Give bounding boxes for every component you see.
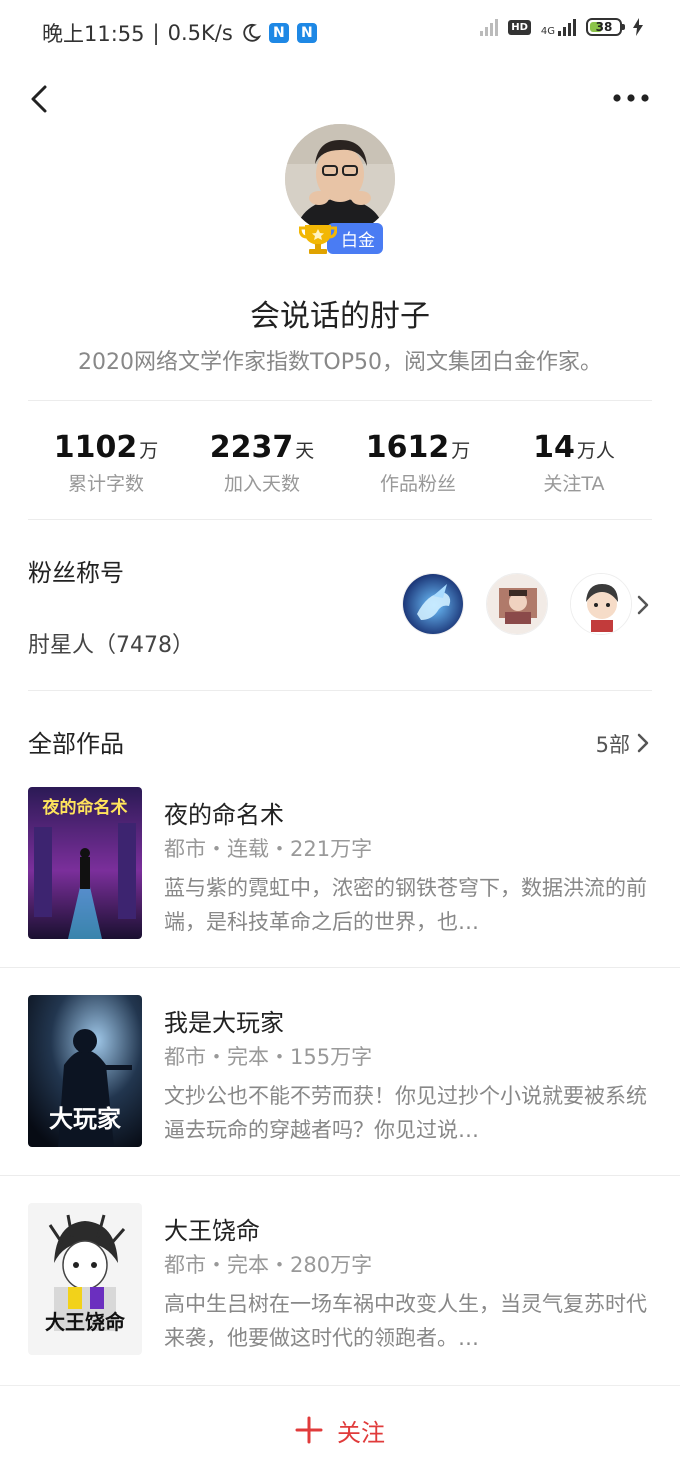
status-time: 晚上11:55 [42,22,145,46]
stat-unit: 万 [139,440,159,462]
book-cover-image: 夜的命名术 [28,787,142,939]
book-item[interactable]: 大王饶命 大王饶命 都市・完本・280万字 高中生吕树在一场车祸中改变人生，当灵… [28,1203,652,1355]
book-cover-image: 大王饶命 [28,1203,142,1355]
author-name: 会说话的肘子 [250,299,430,334]
book-cover[interactable]: 大玩家 [28,995,142,1147]
follow-button[interactable]: 关注 [0,1385,680,1474]
book-title: 我是大玩家 [164,1009,284,1037]
fans-title: 粉丝称号 [28,559,124,587]
book-meta: 都市・连载・221万字 [164,837,373,861]
hd-badge: HD [508,19,531,35]
book-cover-title: 大玩家 [49,1105,121,1133]
app-n-icon: N [268,23,289,43]
fans-nickname: 肘星人（7478） [28,633,194,658]
chevron-right-icon[interactable] [636,732,650,754]
book-cover[interactable]: 大王饶命 [28,1203,142,1355]
divider [28,400,652,401]
stat-label: 作品粉丝 [379,473,456,495]
fan-avatar-image [571,574,631,634]
fan-avatar[interactable] [486,573,548,635]
battery-icon: 38 [586,18,625,36]
divider [28,519,652,520]
app-n-icon: N [296,23,317,43]
book-title: 夜的命名术 [164,801,284,829]
stat-value: 1612 [365,430,450,465]
stat-followers: 14 万人 关注TA [496,430,652,496]
plus-icon [295,1416,323,1444]
book-meta: 都市・完本・280万字 [164,1253,373,1277]
stat-work-fans: 1612 万 作品粉丝 [340,430,496,496]
works-count[interactable]: 5部 [596,729,630,759]
book-item[interactable]: 夜的命名术 夜的命名术 都市・连载・221万字 蓝与紫的霓虹中，浓密的钢铁苍穹下… [28,787,652,939]
author-avatar[interactable] [285,124,395,234]
stat-value: 2237 [209,430,294,465]
stat-unit: 万 [451,440,471,462]
book-cover-title: 大王饶命 [45,1310,126,1334]
status-left: 晚上11:55 | 0.5K/s N N [42,18,317,48]
more-horizontal-icon[interactable] [612,92,650,104]
fan-avatar-image [487,574,547,634]
stat-value: 14 [533,430,575,465]
book-description: 文抄公也不能不劳而获！你见过抄个小说就要被系统逼去玩命的穿越者吗？你见过说… [164,1084,647,1142]
stat-total-words: 1102 万 累计字数 [28,430,184,496]
moon-icon [243,23,261,42]
fan-avatar[interactable] [570,573,632,635]
cell-signal: 4G [540,18,576,37]
divider [28,690,652,691]
cell-signal-icon [558,18,576,36]
stats-row: 1102 万 累计字数 2237 天 加入天数 1612 万 作品粉丝 14 万人 关注… [28,430,652,496]
status-bar: 晚上11:55 | 0.5K/s N N HD 4G 38 [0,0,680,62]
chevron-left-icon[interactable] [26,84,56,114]
stat-label: 关注TA [543,473,605,495]
book-description: 蓝与紫的霓虹中，浓密的钢铁苍穹下，数据洪流的前端，是科技革命之后的世界，也… [164,876,647,934]
status-right: HD 4G 38 [480,18,644,37]
book-description: 高中生吕树在一场车祸中改变人生，当灵气复苏时代来袭，他要做这时代的领跑者。… [164,1292,647,1350]
status-speed: 0.5K/s [167,21,233,45]
stat-label: 累计字数 [67,473,144,495]
divider [0,967,680,968]
divider [0,1175,680,1176]
trophy-icon [299,225,337,254]
follow-label: 关注 [337,1418,385,1447]
author-portrait-image [285,124,395,234]
status-separator: | [152,21,160,45]
book-item[interactable]: 大玩家 我是大玩家 都市・完本・155万字 文抄公也不能不劳而获！你见过抄个小说… [28,995,652,1147]
book-cover-image: 大玩家 [28,995,142,1147]
book-cover-title: 夜的命名术 [42,797,128,818]
stat-days-joined: 2237 天 加入天数 [184,430,340,496]
chevron-right-icon[interactable] [636,594,650,616]
wifi-signal-icon [480,18,499,36]
stat-label: 加入天数 [223,473,300,495]
fan-avatar[interactable] [402,573,464,635]
book-cover[interactable]: 夜的命名术 [28,787,142,939]
charging-icon [633,18,643,36]
works-title: 全部作品 [28,730,124,758]
stat-unit: 万人 [576,440,615,462]
battery-level: 38 [595,20,613,34]
book-meta: 都市・完本・155万字 [164,1045,373,1069]
network-type: 4G [540,26,555,37]
dragon-avatar-image [403,574,463,634]
platinum-badge: 白金 [299,221,383,255]
book-title: 大王饶命 [164,1217,260,1245]
stat-unit: 天 [295,440,315,462]
fan-avatars[interactable] [402,573,632,635]
stat-value: 1102 [53,430,138,465]
author-description: 2020网络文学作家指数TOP50，阅文集团白金作家。 [77,350,602,375]
